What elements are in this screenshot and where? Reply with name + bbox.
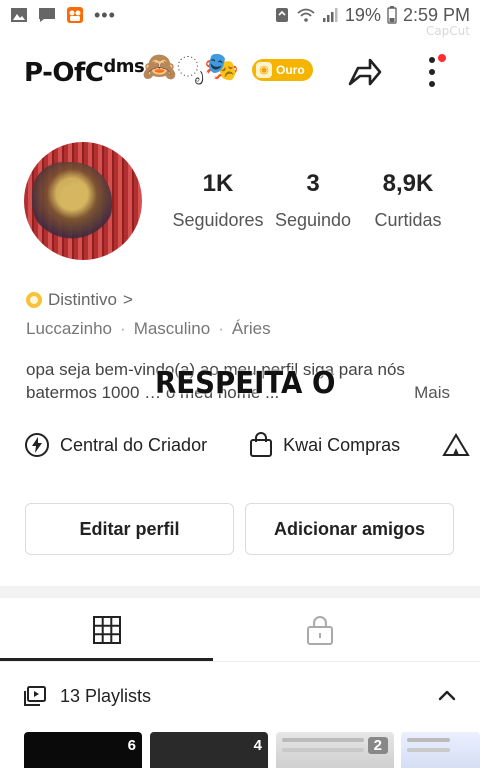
playlist-thumbnails: 6 4 2 [0, 732, 480, 768]
badge-link[interactable]: Distintivo > [26, 290, 133, 310]
watermark: CapCut [425, 24, 470, 38]
section-divider [0, 586, 480, 598]
meta-separator: · [218, 319, 224, 338]
tab-grid[interactable] [0, 598, 213, 662]
chevron-right-icon: > [122, 290, 133, 309]
clock: 2:59 PM [402, 4, 470, 25]
message-icon [39, 8, 55, 22]
notification-dot [438, 54, 446, 62]
chevron-up-icon[interactable] [436, 684, 458, 706]
playlist-thumb[interactable]: 6 [24, 732, 142, 768]
edit-profile-button[interactable]: Editar perfil [25, 503, 234, 555]
username: P-OfCdms [24, 56, 145, 88]
tab-private[interactable] [213, 598, 426, 662]
bio-more-link[interactable]: Mais [414, 381, 450, 404]
following-stat[interactable]: 3 Seguindo [272, 170, 354, 231]
tent-icon [442, 433, 470, 456]
playlist-count: 4 [253, 737, 262, 754]
status-bar: ••• 19% 2:59 PM [0, 0, 480, 30]
playlists-header[interactable]: 13 Playlists [24, 684, 464, 708]
gallery-icon [11, 8, 27, 22]
creator-center-button[interactable]: Central do Criador [24, 432, 207, 458]
add-friends-button[interactable]: Adicionar amigos [245, 503, 454, 555]
playlists-title: 13 Playlists [60, 685, 152, 706]
more-tool-button[interactable] [442, 432, 470, 458]
playlist-count: 2 [367, 737, 388, 754]
battery-icon [387, 6, 397, 24]
lightning-icon [25, 433, 49, 457]
shopping-bag-icon [250, 432, 273, 457]
kwai-app-icon [67, 7, 83, 23]
more-options-icon[interactable] [418, 52, 448, 92]
following-label: Seguindo [274, 210, 352, 230]
profile-gender: Masculino [133, 319, 211, 338]
profile-name: Luccazinho [26, 319, 113, 338]
profile-meta: Luccazinho · Masculino · Áries [26, 319, 271, 339]
gold-badge-label: Ouro [276, 63, 305, 77]
playlist-thumb[interactable] [401, 732, 480, 768]
followers-stat[interactable]: 1K Seguidores [170, 170, 266, 231]
signal-icon [322, 8, 338, 22]
playlist-thumb[interactable]: 4 [150, 732, 268, 768]
username-emojis: 🙈ೃ🎭 [142, 51, 239, 82]
gold-badge[interactable]: ◉ Ouro [252, 59, 313, 81]
likes-count: 8,9K [382, 170, 434, 197]
likes-stat[interactable]: 8,9K Curtidas [368, 170, 448, 231]
share-icon[interactable] [344, 52, 384, 92]
lock-icon [306, 616, 333, 645]
battery-percent: 19% [344, 4, 381, 25]
grid-icon [92, 616, 121, 644]
creator-center-label: Central do Criador [60, 434, 208, 455]
kwai-shop-button[interactable]: Kwai Compras [249, 432, 400, 458]
video-overlay-caption: RESPEITA O [155, 366, 336, 401]
playlist-icon [24, 686, 46, 706]
badge-icon [26, 292, 42, 308]
following-count: 3 [306, 170, 320, 197]
recycle-icon [275, 8, 288, 22]
followers-label: Seguidores [172, 210, 264, 230]
tabs-bottom-border [0, 661, 480, 662]
profile-header: P-OfCdms 🙈ೃ🎭 ◉ Ouro [0, 40, 480, 100]
wifi-icon [297, 8, 315, 22]
creator-tools-row: Central do Criador Kwai Compras [24, 430, 480, 460]
playlist-thumb[interactable]: 2 [276, 732, 394, 768]
meta-separator: · [120, 319, 126, 338]
more-notifications-icon: ••• [94, 4, 116, 25]
badge-label: Distintivo [48, 290, 117, 309]
followers-count: 1K [202, 170, 234, 197]
username-sup: dms [103, 56, 145, 77]
playlist-count: 6 [127, 737, 136, 754]
kwai-shop-label: Kwai Compras [283, 434, 401, 455]
content-tabs [0, 598, 480, 662]
username-main: P-OfC [24, 58, 104, 88]
avatar[interactable] [24, 142, 142, 260]
kwai-coin-icon: ◉ [256, 62, 272, 78]
likes-label: Curtidas [374, 210, 442, 230]
profile-sign: Áries [231, 319, 271, 338]
